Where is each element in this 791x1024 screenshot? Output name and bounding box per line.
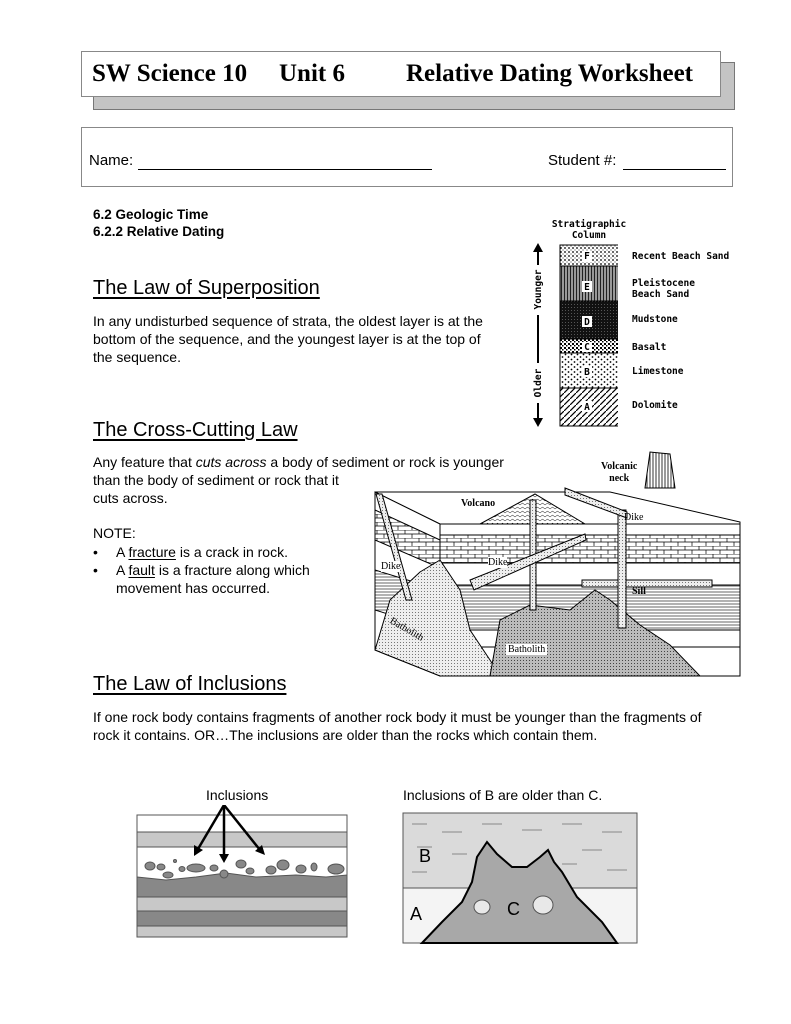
- layer-letter-d: D: [584, 317, 590, 328]
- worksheet-title: Relative Dating Worksheet: [406, 60, 694, 87]
- text-segment: Any feature that: [93, 454, 196, 470]
- volcanic-neck: [644, 451, 676, 489]
- note-item: A fault is a fracture along which moveme…: [93, 561, 343, 597]
- layer-name-f: Recent Beach Sand: [632, 251, 730, 262]
- inclusion-b-fragment: [532, 895, 554, 915]
- layer-letter-e: E: [584, 282, 590, 293]
- sill-label: Sill: [632, 586, 646, 597]
- name-label: Name:: [89, 152, 134, 169]
- inclusions-figure-2: [402, 812, 638, 944]
- sill: [581, 579, 713, 588]
- inclusions-text: If one rock body contains fragments of a…: [93, 709, 702, 743]
- figure1-caption: Inclusions: [206, 787, 269, 803]
- layer-name-b: Limestone: [632, 366, 684, 377]
- text-segment: A: [116, 562, 129, 578]
- label-a: A: [410, 904, 423, 924]
- strat-title-line2: Column: [571, 230, 607, 241]
- axis-older-label: Older: [533, 368, 544, 398]
- unit-title: Unit 6: [279, 60, 345, 87]
- dike-label-left: Dike: [381, 561, 401, 572]
- inclusion-b-fragment: [473, 899, 491, 915]
- layer-name-e-line1: Pleistocene: [632, 278, 695, 289]
- figure2-caption: Inclusions of B are older than C.: [403, 787, 603, 803]
- student-info-box: Name: Student #:: [81, 127, 733, 187]
- layer-letter-f: F: [584, 251, 590, 262]
- note-label: NOTE:: [93, 525, 136, 541]
- label-c: C: [507, 899, 520, 919]
- layer-name-d: Mudstone: [632, 314, 678, 325]
- course-title: SW Science 10: [92, 60, 248, 87]
- volcano-label: Volcano: [461, 498, 496, 509]
- superposition-text: In any undisturbed sequence of strata, t…: [93, 313, 483, 365]
- term-fracture: fracture: [128, 544, 176, 560]
- strat-column-title: Stratigraphic Column: [548, 219, 630, 241]
- student-number-label: Student #:: [548, 152, 617, 169]
- inclusions-title: The Law of Inclusions: [93, 673, 287, 695]
- arrow-up-icon: [533, 243, 543, 252]
- text-segment: is a crack in rock.: [175, 544, 288, 560]
- emphasis-cuts-across: cuts across: [195, 454, 267, 470]
- inclusions-figure-1: [136, 805, 348, 938]
- cross-cutting-text-line2: than the body of sediment or rock that i…: [93, 472, 339, 488]
- cross-cutting-text-line3: cuts across.: [93, 490, 168, 506]
- name-field[interactable]: [138, 152, 432, 170]
- dike-label-right: Dike: [624, 512, 644, 523]
- label-b: B: [419, 846, 432, 866]
- layer-name-c: Basalt: [632, 342, 667, 353]
- layer-name-e: Pleistocene Beach Sand: [632, 278, 695, 300]
- term-fault: fault: [128, 562, 155, 578]
- superposition-title: The Law of Superposition: [93, 277, 320, 299]
- subsection-heading: 6.2.2 Relative Dating: [93, 224, 225, 239]
- strat-title-line1: Stratigraphic: [551, 219, 627, 230]
- cross-cutting-block-diagram: [374, 451, 741, 677]
- layer-letter-c: C: [584, 342, 590, 353]
- dike-right: [617, 509, 627, 629]
- volcanic-neck-label: Volcanic neck: [601, 461, 637, 485]
- dike-label-middle: Dike: [488, 557, 508, 568]
- notes-list: A fracture is a crack in rock. A fault i…: [93, 543, 343, 597]
- title-box: SW Science 10 Unit 6 Relative Dating Wor…: [81, 51, 721, 97]
- layer-name-e-line2: Beach Sand: [632, 289, 690, 300]
- batholith-label-right: Batholith: [506, 644, 548, 655]
- cross-cutting-title: The Cross-Cutting Law: [93, 419, 298, 441]
- limestone-layer: [439, 534, 741, 564]
- note-item: A fracture is a crack in rock.: [93, 543, 343, 561]
- axis-younger-label: Younger: [533, 269, 544, 310]
- student-number-field[interactable]: [623, 152, 726, 170]
- layer-letter-b: B: [584, 367, 590, 378]
- volcanic-neck-label-line2: neck: [609, 473, 630, 484]
- volcanic-neck-label-line1: Volcanic: [601, 461, 638, 472]
- layer-name-a: Dolomite: [632, 400, 678, 411]
- arrow-down-icon: [533, 418, 543, 427]
- text-segment: A: [116, 544, 129, 560]
- layer-letter-a: A: [584, 402, 590, 413]
- section-heading: 6.2 Geologic Time: [93, 207, 209, 222]
